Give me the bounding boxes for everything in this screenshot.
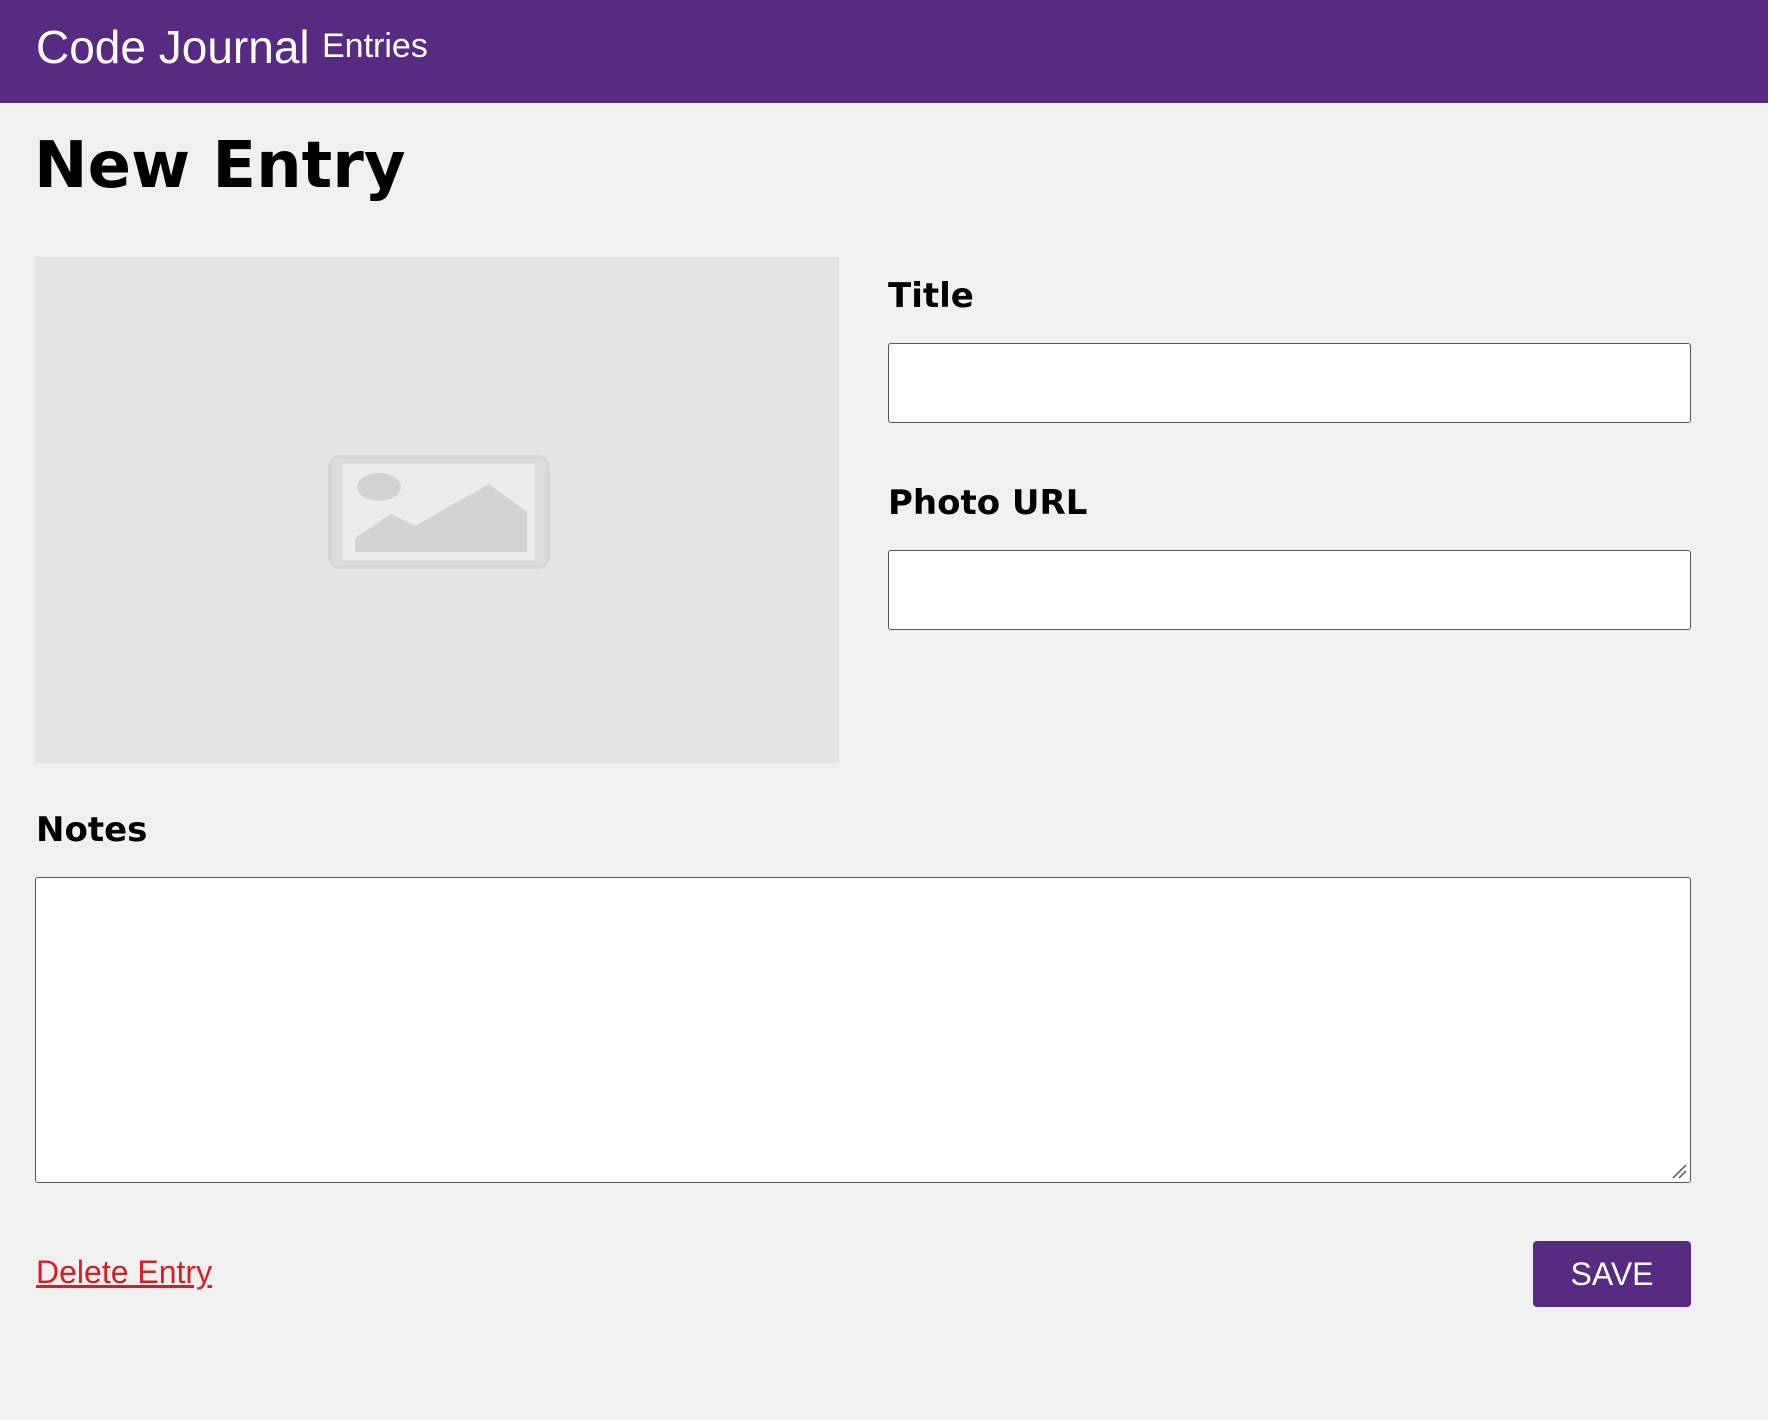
resize-handle-icon[interactable] <box>1671 1163 1687 1179</box>
top-navbar: Code Journal Entries <box>0 0 1768 103</box>
notes-textarea[interactable] <box>35 877 1691 1183</box>
photo-url-label: Photo URL <box>888 483 1088 523</box>
brand-logo[interactable]: Code Journal <box>36 22 310 73</box>
nav-link-entries[interactable]: Entries <box>322 27 428 65</box>
title-label: Title <box>888 276 974 316</box>
notes-label: Notes <box>36 810 148 850</box>
page-title: New Entry <box>34 129 406 203</box>
photo-url-input[interactable] <box>888 550 1691 630</box>
save-button[interactable]: SAVE <box>1533 1241 1691 1307</box>
image-placeholder-icon <box>328 455 550 569</box>
title-input[interactable] <box>888 343 1691 423</box>
photo-preview <box>35 257 839 763</box>
delete-entry-link[interactable]: Delete Entry <box>36 1254 212 1290</box>
